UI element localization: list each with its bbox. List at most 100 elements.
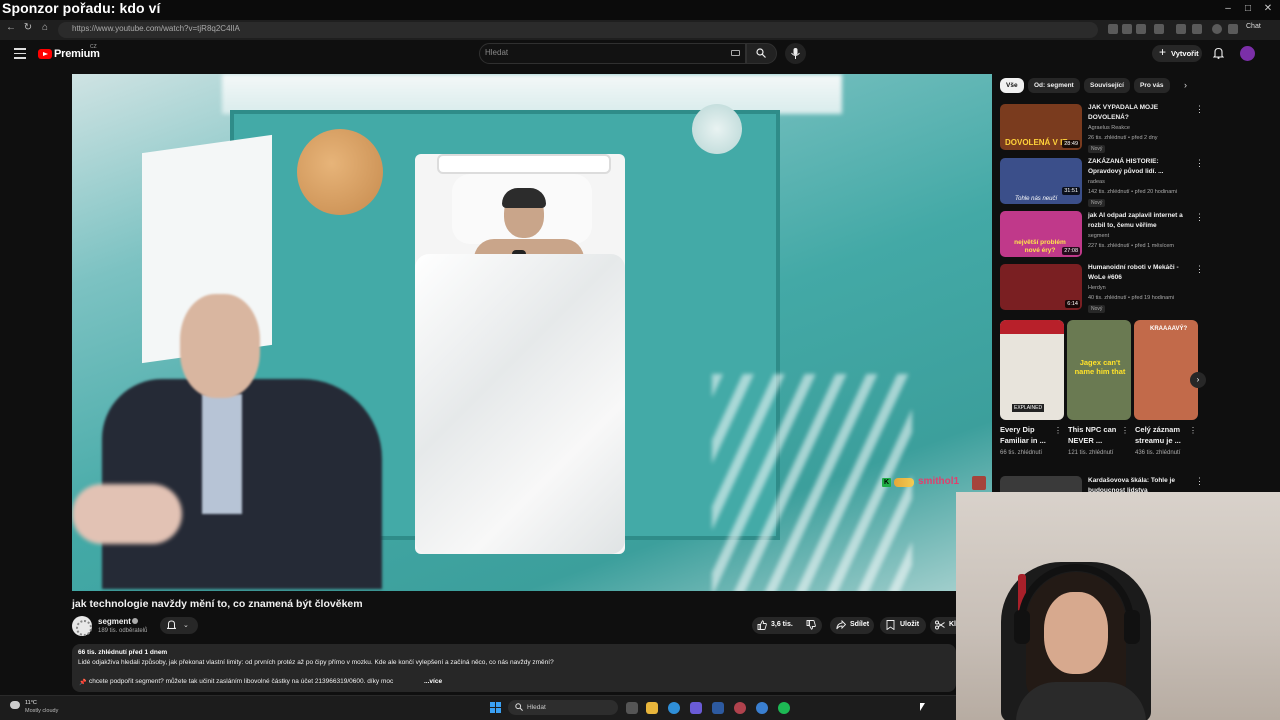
recommendation-thumbnail[interactable]: DOVOLENÁ V IT 28:49 [1000, 104, 1082, 150]
recommendation-title[interactable]: JAK VYPADALA MOJE DOVOLENÁ? [1088, 103, 1188, 123]
extension-icon[interactable] [1154, 24, 1164, 34]
extension-icon[interactable] [1176, 24, 1186, 34]
more-vertical-icon[interactable]: ⋮ [1195, 264, 1204, 275]
more-vertical-icon[interactable]: ⋮ [1189, 426, 1197, 435]
recommendation-title[interactable]: jak AI odpad zaplavil internet a rozbil … [1088, 211, 1188, 231]
address-bar[interactable]: https://www.youtube.com/watch?v=tjR8q2C4… [58, 22, 1098, 38]
mouse-cursor-icon [920, 703, 925, 711]
browser-title-bar [0, 0, 1280, 20]
recommendation-thumbnail[interactable]: největší problém nové éry? 27:08 [1000, 211, 1082, 257]
recommendation-stats: 40 tis. zhlédnutí • před 19 hodinami [1088, 295, 1175, 301]
short-thumbnail[interactable]: Jagex can't name him that [1067, 320, 1131, 420]
thumbnail-caption: největší problém nové éry? [1014, 239, 1066, 254]
clip-label: Kl [949, 621, 956, 628]
recommendation-channel[interactable]: Herdyn [1088, 285, 1106, 291]
webcam-streamer-shoulders [1016, 682, 1146, 720]
home-icon[interactable]: ⌂ [38, 22, 52, 33]
spotify-icon[interactable] [778, 702, 790, 714]
chip-from-channel[interactable]: Od: segment [1028, 78, 1080, 93]
video-title: jak technologie navždy mění to, co zname… [72, 598, 363, 610]
more-vertical-icon[interactable]: ⋮ [1195, 212, 1204, 223]
chip-related[interactable]: Související [1084, 78, 1130, 93]
video-frame-table [297, 129, 383, 215]
channel-avatar[interactable] [72, 616, 92, 636]
more-vertical-icon[interactable]: ⋮ [1195, 158, 1204, 169]
chat-avatar [972, 476, 986, 490]
search-icon [756, 48, 766, 58]
collections-icon[interactable] [1192, 24, 1202, 34]
cloud-icon[interactable] [10, 701, 20, 709]
maximize-button[interactable]: □ [1238, 3, 1258, 14]
thumbs-up-icon[interactable] [757, 620, 767, 630]
chevron-right-icon[interactable]: › [1184, 80, 1187, 90]
search-input[interactable] [479, 43, 746, 64]
close-window-button[interactable]: ✕ [1258, 3, 1278, 14]
recommendation-title[interactable]: ZAKÁZANÁ HISTORIE: Opravdový původ lidí.… [1088, 157, 1188, 177]
windows-taskbar [0, 695, 956, 720]
verified-badge-icon [132, 618, 138, 624]
edge-dev-icon[interactable] [756, 702, 768, 714]
back-arrow-icon[interactable]: ← [4, 22, 18, 33]
youtube-logo-icon[interactable] [38, 49, 52, 59]
minimize-button[interactable]: – [1218, 3, 1238, 14]
short-title[interactable]: Every Dip Familiar in ... [1000, 424, 1052, 446]
weather-condition[interactable]: Mostly cloudy [25, 708, 58, 714]
microphone-icon [791, 48, 800, 59]
more-vertical-icon[interactable]: ⋮ [1054, 426, 1062, 435]
share-icon [836, 620, 846, 630]
file-explorer-icon[interactable] [646, 702, 658, 714]
video-player[interactable] [72, 74, 992, 591]
recommendation-channel[interactable]: segment [1088, 233, 1109, 239]
extension-icon[interactable] [1108, 24, 1118, 34]
recommendation-thumbnail[interactable]: 6:14 [1000, 264, 1082, 310]
short-thumbnail[interactable]: EXPLAINED [1000, 320, 1064, 420]
recommendation-title[interactable]: Humanoidní roboti v Mekáči - WoLe #606 [1088, 263, 1188, 283]
short-title[interactable]: Celý záznam streamu je ... [1135, 424, 1187, 446]
windows-start-icon[interactable] [490, 702, 501, 713]
video-frame-man-hand [72, 484, 182, 544]
more-menu-icon[interactable] [1228, 24, 1238, 34]
steam-icon[interactable] [712, 702, 724, 714]
show-more-link[interactable]: ...více [424, 678, 442, 685]
edge-browser-icon[interactable] [668, 702, 680, 714]
voice-search-button[interactable] [785, 43, 806, 64]
profile-icon[interactable] [1212, 24, 1222, 34]
subscribed-notifications-button[interactable] [160, 617, 198, 634]
chip-for-you[interactable]: Pro vás [1134, 78, 1170, 93]
video-frame-person-cap [502, 188, 546, 208]
refresh-icon[interactable]: ↻ [21, 22, 35, 33]
notifications-bell-icon[interactable] [1213, 47, 1224, 59]
shorts-next-arrow-icon[interactable]: › [1190, 372, 1206, 388]
extension-icon[interactable] [1122, 24, 1132, 34]
recommendation-stats: 227 tis. zhlédnutí • před 1 měsícem [1088, 243, 1174, 249]
app-icon[interactable] [734, 702, 746, 714]
discord-icon[interactable] [690, 702, 702, 714]
chip-all[interactable]: Vše [1000, 78, 1024, 93]
thumbs-down-icon[interactable] [806, 620, 816, 630]
copilot-chat-button[interactable]: Chat [1246, 23, 1261, 30]
more-vertical-icon[interactable]: ⋮ [1121, 426, 1129, 435]
task-view-icon[interactable] [626, 702, 638, 714]
short-title[interactable]: This NPC can NEVER ... [1068, 424, 1120, 446]
account-avatar[interactable] [1240, 46, 1255, 61]
recommendation-channel[interactable]: radeas [1088, 179, 1105, 185]
recommendation-channel[interactable]: Agraelus Reakce [1088, 125, 1130, 131]
video-frame-curtain [222, 74, 842, 114]
bookmark-icon [886, 620, 895, 630]
keyboard-icon[interactable] [731, 50, 740, 56]
favorite-star-icon[interactable] [1136, 24, 1146, 34]
recommendation-thumbnail[interactable]: Tohle nás neučí 31:51 [1000, 158, 1082, 204]
thumbnail-caption: Tohle nás neučí [1015, 196, 1058, 202]
weather-temperature[interactable]: 11°C [25, 700, 37, 706]
video-frame-lamp [692, 104, 742, 154]
more-vertical-icon[interactable]: ⋮ [1195, 476, 1204, 487]
chat-username: smithol1 [918, 476, 960, 487]
taskbar-search-input[interactable] [508, 700, 618, 715]
short-thumbnail[interactable]: KRAAAAVÝ? [1134, 320, 1198, 420]
video-duration: 31:51 [1062, 187, 1080, 195]
like-count[interactable]: 3,6 tis. [771, 621, 793, 628]
more-vertical-icon[interactable]: ⋮ [1195, 104, 1204, 115]
plus-icon: + [1159, 45, 1167, 59]
hamburger-menu-icon[interactable] [14, 48, 26, 59]
channel-name[interactable]: segment [98, 617, 131, 626]
